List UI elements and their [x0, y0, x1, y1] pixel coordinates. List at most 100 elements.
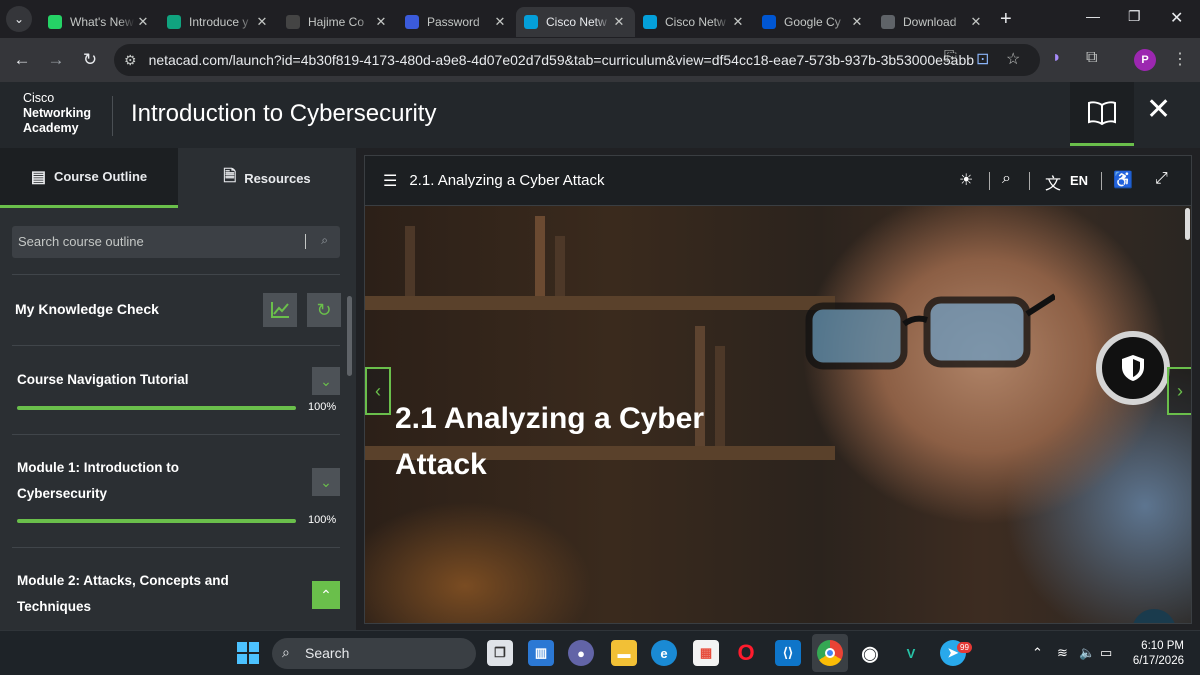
browser-tab[interactable]: Cisco Netw ✕: [635, 7, 754, 37]
edge-icon[interactable]: e: [651, 640, 677, 666]
divider: [12, 434, 340, 435]
bookmark-star-icon[interactable]: ☆: [1006, 49, 1020, 69]
tab-search-button[interactable]: ⌄: [6, 6, 32, 32]
browser-tab[interactable]: Introduce y ✕: [159, 7, 278, 37]
chrome-icon[interactable]: [817, 640, 843, 666]
vscode-icon[interactable]: ⟨⟩: [775, 640, 801, 666]
close-tab-icon[interactable]: ✕: [849, 14, 865, 30]
page-title: Introduction to Cybersecurity: [131, 100, 437, 127]
close-tab-icon[interactable]: ✕: [492, 14, 508, 30]
browser-tab-title: Cisco Netw: [665, 15, 726, 29]
browser-tab[interactable]: Cisco Netw ✕: [516, 7, 635, 37]
taskbar-search[interactable]: ⌕ Search: [272, 638, 476, 669]
course-outline-sidebar: ▤ Course Outline 🗎 Resources Search cour…: [0, 148, 356, 630]
close-tab-icon[interactable]: ✕: [730, 14, 746, 30]
browser-tab[interactable]: Password ✕: [397, 7, 516, 37]
divider: [12, 547, 340, 548]
browser-tab[interactable]: Google Cy ✕: [754, 7, 873, 37]
github-icon: [286, 15, 300, 29]
close-tab-icon[interactable]: ✕: [611, 14, 627, 30]
divider: [1029, 172, 1030, 190]
next-page-button[interactable]: ›: [1167, 367, 1191, 415]
new-tab-button[interactable]: +: [1000, 8, 1012, 31]
divider: [12, 345, 340, 346]
tab-course-outline[interactable]: ▤ Course Outline: [0, 148, 178, 208]
browser-menu-icon[interactable]: ⋮: [1172, 49, 1188, 69]
content-scrollbar[interactable]: [1185, 208, 1190, 240]
refresh-icon[interactable]: ↻: [307, 293, 341, 327]
sidebar-scrollbar[interactable]: [347, 296, 352, 376]
browser-tab-title: What's New: [70, 15, 134, 29]
install-app-icon[interactable]: ⎘: [944, 49, 957, 67]
chevron-up-icon[interactable]: ⌃: [312, 581, 340, 609]
volume-icon[interactable]: 🔈: [1079, 645, 1095, 661]
address-bar[interactable]: ⚙ netacad.com/launch?id=4b30f819-4173-48…: [114, 44, 1040, 76]
close-tab-icon[interactable]: ✕: [373, 14, 389, 30]
maximize-button[interactable]: ❐: [1128, 8, 1141, 25]
tray-overflow-icon[interactable]: ⌃: [1032, 645, 1043, 661]
back-icon[interactable]: ←: [5, 50, 39, 70]
minimize-button[interactable]: —: [1086, 8, 1100, 24]
reload-icon[interactable]: ↻: [73, 50, 107, 70]
browser-tab-title: Password: [427, 15, 480, 29]
veeam-icon[interactable]: V: [898, 640, 924, 666]
knowledge-check-label[interactable]: My Knowledge Check: [15, 301, 159, 317]
browser-tab-title: Google Cy: [784, 15, 841, 29]
outline-icon: ▤: [30, 168, 46, 186]
browser-tab[interactable]: Download ✕: [873, 7, 992, 37]
search-icon[interactable]: ⌕: [1002, 170, 1011, 188]
hero-title-line-1: 2.1 Analyzing a Cyber: [395, 402, 704, 435]
module-title-2-line1[interactable]: Module 2: Attacks, Concepts and: [17, 568, 229, 594]
book: [535, 216, 545, 296]
file-explorer-icon[interactable]: ▬: [611, 640, 637, 666]
browser-tab-title: Download: [903, 15, 957, 29]
extensions-icon[interactable]: ⧉: [1086, 49, 1097, 67]
previous-page-button[interactable]: ‹: [365, 367, 391, 415]
close-tab-icon[interactable]: ✕: [135, 14, 151, 30]
browser-tab[interactable]: What's New ✕: [40, 7, 159, 37]
menu-collapse-icon[interactable]: ☰: [383, 171, 397, 191]
content-panel: ☰ 2.1. Analyzing a Cyber Attack ☀ ⌕ 文 EN…: [364, 155, 1192, 624]
github-icon[interactable]: ◉: [857, 640, 883, 666]
extension-copilot-icon[interactable]: ◗: [1052, 49, 1062, 67]
module-title-tutorial[interactable]: Course Navigation Tutorial: [17, 367, 189, 393]
language-label[interactable]: EN: [1070, 173, 1088, 188]
lens-icon[interactable]: ⊡: [976, 49, 989, 69]
wifi-icon[interactable]: ≋: [1057, 645, 1068, 661]
browser-tab[interactable]: Hajime Co ✕: [278, 7, 397, 37]
brightness-icon[interactable]: ☀: [959, 170, 973, 190]
task-view-icon[interactable]: ❐: [487, 640, 513, 666]
chevron-down-icon[interactable]: ⌄: [312, 468, 340, 496]
profile-avatar[interactable]: P: [1134, 49, 1156, 71]
widgets-icon[interactable]: ▥: [528, 640, 554, 666]
module-title-1-line2[interactable]: Cybersecurity: [17, 481, 107, 507]
taskbar-clock[interactable]: 6:10 PM 6/17/2026: [1124, 639, 1184, 669]
forward-icon[interactable]: →: [39, 50, 73, 70]
book-icon[interactable]: [1070, 82, 1134, 146]
close-tab-icon[interactable]: ✕: [254, 14, 270, 30]
tab-resources[interactable]: 🗎 Resources: [178, 148, 356, 208]
windows-start-icon[interactable]: [235, 640, 261, 666]
module-title-2-line2[interactable]: Techniques: [17, 594, 91, 620]
search-icon: ⌕: [282, 644, 290, 660]
chart-icon[interactable]: [263, 293, 297, 327]
book: [405, 226, 415, 296]
module-title-1-line1[interactable]: Module 1: Introduction to: [17, 455, 179, 481]
store-icon[interactable]: ▦: [693, 640, 719, 666]
url-text[interactable]: netacad.com/launch?id=4b30f819-4173-480d…: [149, 52, 974, 68]
outline-search-input[interactable]: Search course outline ⌕: [12, 226, 340, 258]
chevron-down-icon[interactable]: ⌄: [312, 367, 340, 395]
floating-widget-icon[interactable]: W: [1132, 609, 1176, 623]
search-icon[interactable]: ⌕: [321, 233, 328, 248]
site-info-icon[interactable]: ⚙: [124, 52, 137, 69]
accessibility-icon[interactable]: ♿: [1113, 170, 1133, 190]
close-tab-icon[interactable]: ✕: [968, 14, 984, 30]
window-close-button[interactable]: ✕: [1170, 8, 1183, 28]
battery-icon[interactable]: ▭: [1100, 645, 1112, 661]
teams-chat-icon[interactable]: ●: [568, 640, 594, 666]
close-course-icon[interactable]: ✕: [1146, 92, 1171, 127]
cisco-logo[interactable]: Cisco Networking Academy: [23, 91, 91, 136]
fullscreen-icon[interactable]: ⤢: [1155, 170, 1168, 188]
translate-icon[interactable]: 文: [1045, 170, 1061, 194]
opera-icon[interactable]: O: [733, 640, 759, 666]
